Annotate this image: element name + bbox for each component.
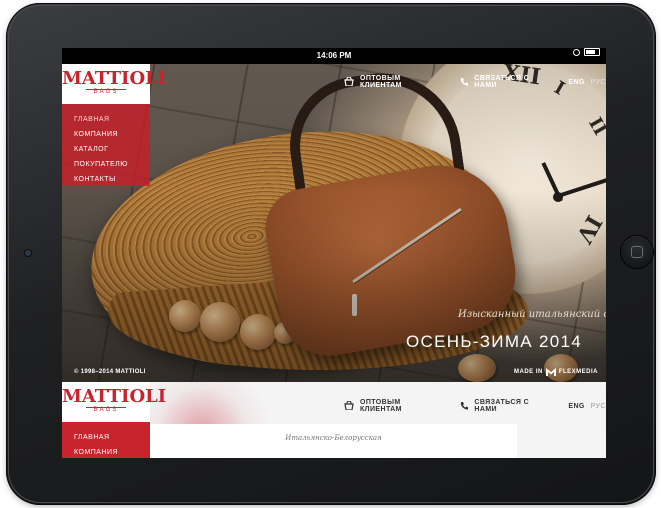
home-button[interactable] [621,236,653,268]
screen: 14:06 PM XII I II III IX VIII IV [62,48,606,458]
contact-link[interactable]: СВЯЗАТЬСЯ С НАМИ [474,399,545,413]
logo-subtitle: BAGS [93,407,119,413]
status-time: 14:06 PM [316,51,352,60]
phone-icon [460,401,469,412]
header-links-secondary: ОПТОВЫМ КЛИЕНТАМ СВЯЗАТЬСЯ С НАМИ ENG РУ… [344,399,606,413]
ipad-frame: 14:06 PM XII I II III IX VIII IV [6,3,656,505]
hero-tagline-italic: Изысканный итальянский стиль [458,309,606,320]
logo-subtitle: BAGS [93,89,119,95]
logo-secondary[interactable]: MATTIOLI BAGS [62,382,167,422]
nav-item-catalog[interactable]: КАТАЛОГ [62,142,150,157]
contact-link[interactable]: СВЯЗАТЬСЯ С НАМИ [474,75,545,89]
rotation-lock-icon [573,48,580,56]
logo[interactable]: MATTIOLI BAGS [62,64,167,104]
lang-eng[interactable]: ENG [568,403,584,410]
flexmedia-label: FLEXMEDIA [558,369,599,375]
status-indicators [573,48,600,56]
hero-banner: XII I II III IX VIII IV [62,64,606,382]
status-bar: 14:06 PM [62,48,606,69]
flexmedia-logo-icon [545,368,556,376]
lang-rus[interactable]: РУС [591,79,606,86]
wholesale-link[interactable]: ОПТОВЫМ КЛИЕНТАМ [360,399,436,413]
home-square-icon [631,246,643,258]
nav-item-customer[interactable]: ПОКУПАТЕЛЮ [62,157,150,172]
made-in-credit[interactable]: MADE IN FLEXMEDIA [514,368,598,376]
main-nav: ГЛАВНАЯ КОМПАНИЯ КАТАЛОГ ПОКУПАТЕЛЮ КОНТ… [62,104,150,186]
made-in-label: MADE IN [514,369,543,375]
bag-icon [344,399,354,412]
battery-icon [584,48,600,56]
lang-eng[interactable]: ENG [568,79,584,86]
hero-tagline-season: ОСЕНЬ-ЗИМА 2014 [406,332,582,351]
bag-icon [344,75,354,88]
logo-wordmark: MATTIOLI [62,386,167,407]
phone-icon [460,77,469,88]
main-nav-secondary: ГЛАВНАЯ КОМПАНИЯ [62,422,150,458]
content-section: MATTIOLI BAGS ГЛАВНАЯ КОМПАНИЯ ОПТОВЫМ К… [62,382,606,458]
lang-rus[interactable]: РУС [591,403,606,410]
nav-item-company[interactable]: КОМПАНИЯ [62,445,150,458]
nav-item-home[interactable]: ГЛАВНАЯ [62,430,150,445]
wholesale-link[interactable]: ОПТОВЫМ КЛИЕНТАМ [360,75,436,89]
front-camera [25,250,31,256]
nav-item-home[interactable]: ГЛАВНАЯ [62,112,150,127]
intro-card: Итальянско-Белорусская [150,424,517,458]
nav-item-company[interactable]: КОМПАНИЯ [62,127,150,142]
intro-card-text: Итальянско-Белорусская [285,434,382,442]
copyright-text: © 1998–2014 MATTIOLI [74,369,146,375]
logo-wordmark: MATTIOLI [62,68,167,89]
nav-item-contacts[interactable]: КОНТАКТЫ [62,172,150,187]
header-links: ОПТОВЫМ КЛИЕНТАМ СВЯЗАТЬСЯ С НАМИ ENG РУ… [344,75,606,89]
